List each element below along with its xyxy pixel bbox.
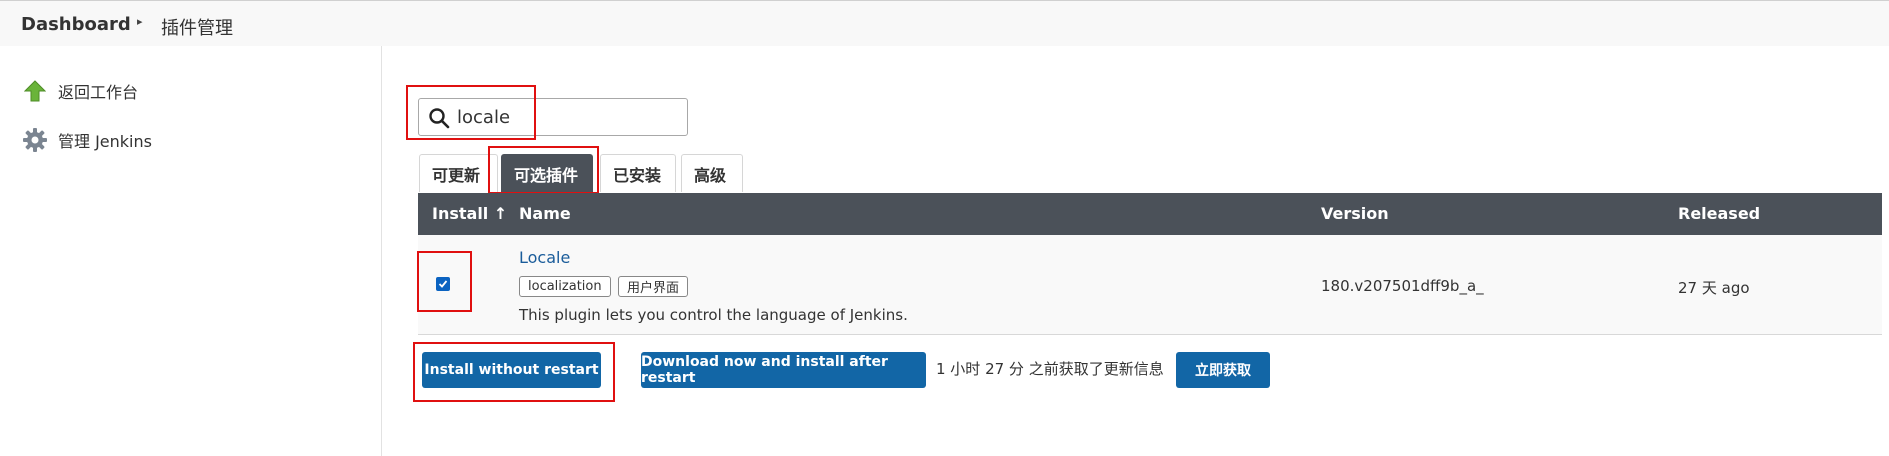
plugin-search-box[interactable] <box>418 98 688 136</box>
table-row: Locale localization 用户界面 This plugin let… <box>418 235 1882 335</box>
tab-advanced[interactable]: 高级 <box>681 154 743 192</box>
breadcrumb-separator-icon: ▸ <box>137 15 143 28</box>
plugin-released: 27 天 ago <box>1678 279 1750 297</box>
install-checkbox[interactable] <box>436 277 450 291</box>
plugin-version: 180.v207501dff9b_a_ <box>1321 277 1484 295</box>
column-header-install[interactable]: Install ↑ <box>432 204 507 223</box>
sidebar-item-back-to-workspace[interactable]: 返回工作台 <box>22 76 138 106</box>
column-header-released[interactable]: Released <box>1678 204 1760 223</box>
tab-installed[interactable]: 已安装 <box>600 154 676 192</box>
tab-available-plugins[interactable]: 可选插件 <box>501 154 593 192</box>
update-status-text: 1 小时 27 分 之前获取了更新信息 <box>936 360 1164 378</box>
plugin-name-link[interactable]: Locale <box>519 248 570 267</box>
column-header-name[interactable]: Name <box>519 204 571 223</box>
search-input[interactable] <box>457 103 677 131</box>
gear-icon <box>22 127 48 153</box>
plugin-description: This plugin lets you control the languag… <box>519 306 908 324</box>
install-without-restart-button[interactable]: Install without restart <box>422 352 601 388</box>
download-install-after-restart-button[interactable]: Download now and install after restart <box>641 352 926 388</box>
fetch-now-button[interactable]: 立即获取 <box>1176 352 1270 388</box>
sidebar-item-label: 返回工作台 <box>58 83 139 102</box>
breadcrumb-current[interactable]: 插件管理 <box>161 14 233 40</box>
breadcrumb: Dashboard ▸ 插件管理 <box>0 0 1889 46</box>
sidebar-item-manage-jenkins[interactable]: 管理 Jenkins <box>22 125 152 155</box>
search-icon <box>428 107 450 133</box>
sidebar-item-label: 管理 Jenkins <box>58 132 152 151</box>
up-arrow-icon <box>22 78 48 104</box>
column-header-version[interactable]: Version <box>1321 204 1389 223</box>
tab-updates[interactable]: 可更新 <box>419 154 498 192</box>
plugin-tag-localization[interactable]: localization <box>519 276 611 297</box>
breadcrumb-dashboard[interactable]: Dashboard <box>21 14 131 35</box>
plugin-table-header: Install ↑ Name Version Released <box>418 193 1882 235</box>
plugin-tag-ui[interactable]: 用户界面 <box>618 276 689 297</box>
sidebar: 返回工作台 管理 Jenkins <box>0 46 382 456</box>
